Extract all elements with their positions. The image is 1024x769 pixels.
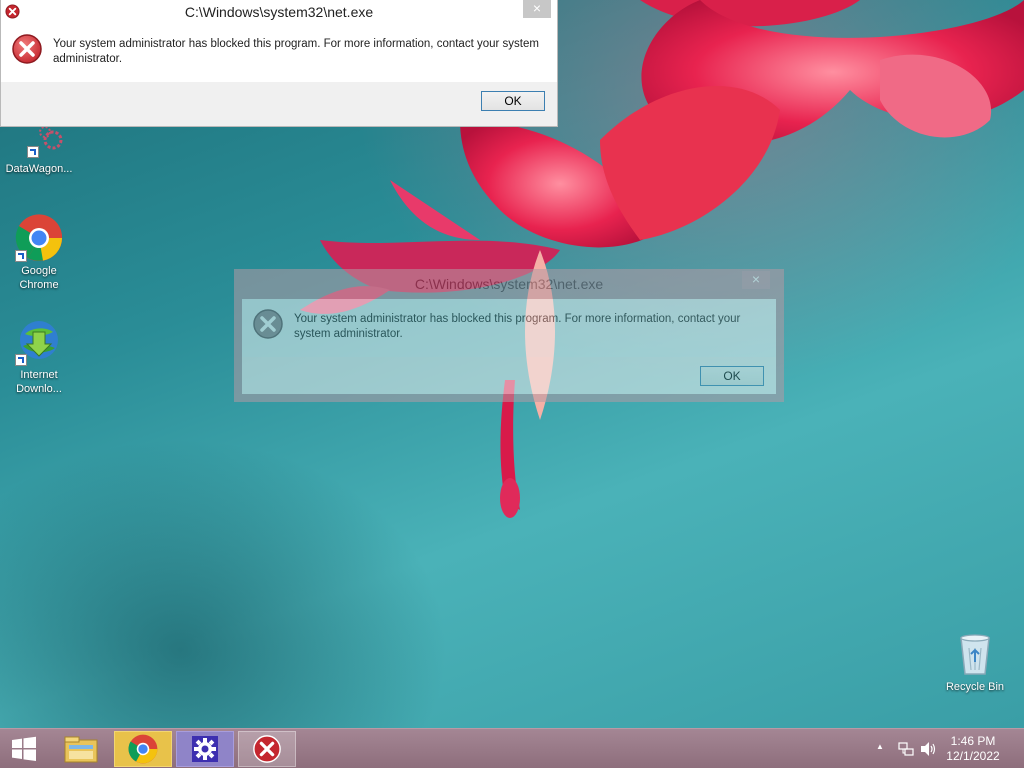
close-button[interactable]: × — [523, 0, 551, 18]
dialog-title-text: C:\Windows\system32\net.exe — [184, 4, 374, 20]
close-button: × — [742, 271, 770, 289]
error-icon — [253, 309, 283, 339]
ok-button[interactable]: OK — [481, 91, 545, 111]
taskbar: ▲ 1:46 PM 12/1/2022 — [0, 728, 1024, 768]
recycle-bin-icon — [951, 630, 999, 678]
dialog-body: Your system administrator has blocked th… — [1, 24, 557, 82]
app-error-icon — [5, 4, 20, 19]
network-icon[interactable] — [898, 741, 914, 757]
shortcut-arrow-icon — [27, 146, 39, 158]
error-icon — [12, 34, 42, 64]
clock[interactable]: 1:46 PM 12/1/2022 — [938, 734, 1008, 764]
close-icon: × — [532, 0, 542, 16]
shortcut-arrow-icon — [15, 354, 27, 366]
desktop-icon-label: Google Chrome — [19, 265, 59, 291]
desktop-icon-datawagon[interactable]: DataWagon... — [0, 124, 78, 176]
taskbar-settings[interactable] — [176, 731, 234, 767]
desktop-icon-google-chrome[interactable]: Google Chrome — [0, 214, 78, 292]
start-button[interactable] — [0, 731, 48, 767]
desktop-icon-label: Internet Downlo... — [16, 369, 62, 395]
internet-download-manager-icon — [15, 318, 63, 366]
dialog-footer: OK — [1, 82, 557, 124]
start-icon — [12, 736, 36, 761]
chrome-icon — [128, 734, 158, 764]
desktop-icon-internet-download-manager[interactable]: Internet Downlo... — [0, 318, 78, 396]
settings-gear-icon — [192, 736, 218, 762]
dialog-title: C:\Windows\system32\net.exe × — [1, 0, 557, 24]
dialog-footer: OK — [242, 357, 776, 399]
dialog-message: Your system administrator has blocked th… — [53, 38, 539, 65]
clock-date: 12/1/2022 — [946, 749, 1000, 763]
chrome-icon — [15, 214, 63, 262]
close-icon: × — [751, 271, 761, 287]
volume-icon[interactable] — [920, 741, 938, 757]
tray-overflow-icon[interactable]: ▲ — [876, 742, 884, 751]
dialog-body: Your system administrator has blocked th… — [242, 299, 776, 357]
shortcut-arrow-icon — [15, 250, 27, 262]
error-icon — [253, 735, 281, 763]
error-dialog-ghost: C:\Windows\system32\net.exe × Your syste… — [234, 269, 784, 402]
taskbar-chrome[interactable] — [114, 731, 172, 767]
datawagon-icon — [15, 124, 63, 172]
desktop-icon-recycle-bin[interactable]: Recycle Bin — [936, 630, 1014, 694]
desktop[interactable]: DataWagon... Google Chrome Internet Down… — [0, 0, 1024, 728]
taskbar-file-explorer[interactable] — [52, 731, 110, 767]
clock-time: 1:46 PM — [950, 734, 996, 748]
file-explorer-icon — [64, 736, 98, 763]
dialog-title-text: C:\Windows\system32\net.exe — [414, 276, 604, 292]
dialog-title: C:\Windows\system32\net.exe × — [242, 269, 776, 299]
system-tray: ▲ 1:46 PM 12/1/2022 — [870, 729, 1024, 769]
dialog-message: Your system administrator has blocked th… — [294, 313, 741, 340]
desktop-icon-label: Recycle Bin — [945, 681, 1005, 693]
taskbar-error-dialog[interactable] — [238, 731, 296, 767]
ok-button: OK — [700, 366, 764, 386]
error-dialog: C:\Windows\system32\net.exe × Your syste… — [0, 0, 558, 127]
